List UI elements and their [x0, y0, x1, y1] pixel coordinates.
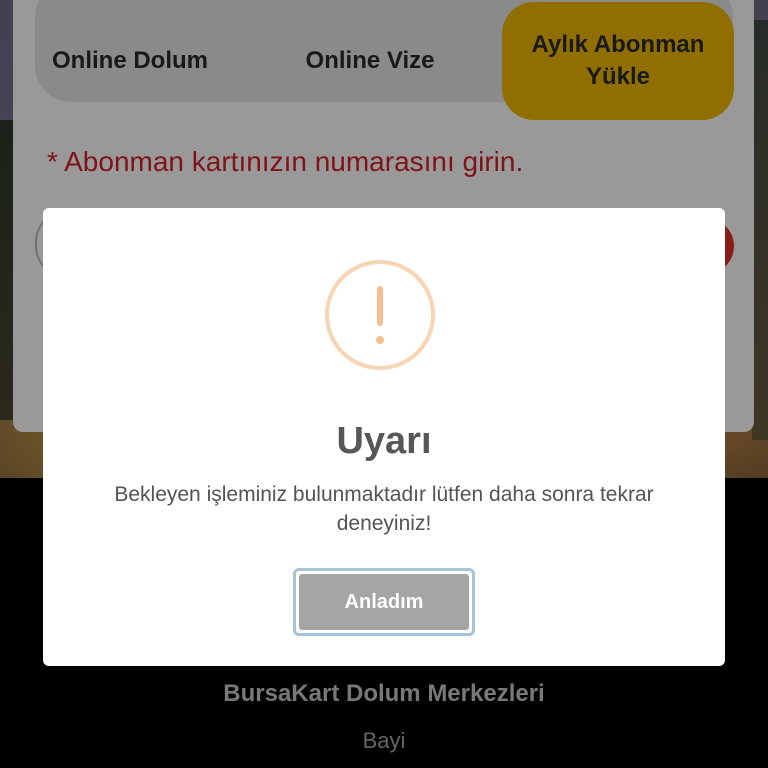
- ok-button-label: Anladım: [299, 574, 469, 630]
- dialog-message: Bekleyen işleminiz bulunmaktadır lütfen …: [114, 483, 654, 535]
- dialog-title: Uyarı: [336, 420, 432, 462]
- warning-dialog: Uyarı Bekleyen işleminiz bulunmaktadır l…: [43, 208, 725, 666]
- exclamation-dot: [376, 336, 384, 344]
- ok-button[interactable]: Anladım: [293, 568, 475, 636]
- app-screen: Online Dolum Online Vize Aylık Abonman Y…: [0, 0, 768, 768]
- exclamation-bar: [377, 286, 383, 326]
- exclamation-icon: [325, 260, 435, 370]
